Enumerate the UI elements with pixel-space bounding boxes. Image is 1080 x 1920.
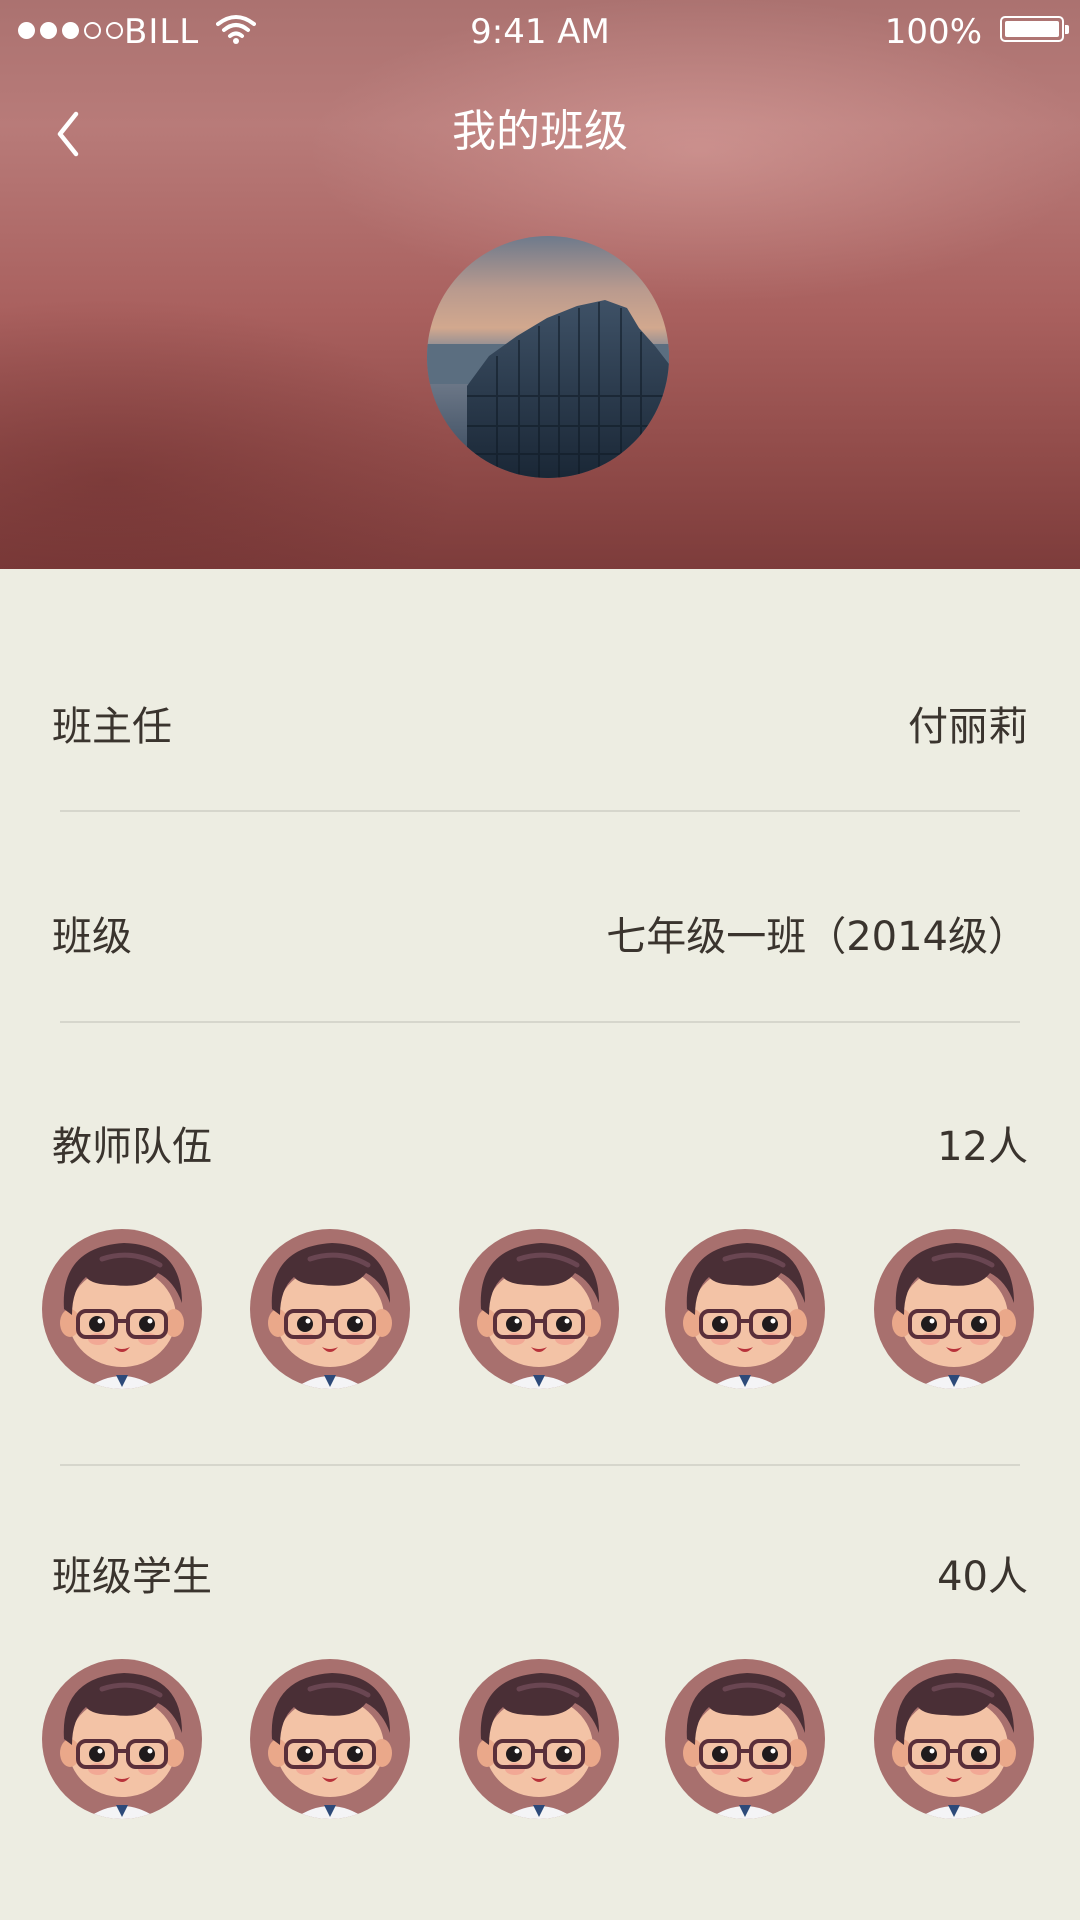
teachers-label: 教师队伍 bbox=[52, 1124, 212, 1170]
battery-percentage: 100% bbox=[884, 12, 982, 52]
cartoon-person-icon bbox=[665, 1229, 825, 1389]
student-avatar[interactable] bbox=[665, 1659, 825, 1819]
student-avatar-list bbox=[0, 1659, 1080, 1823]
cartoon-person-icon bbox=[459, 1229, 619, 1389]
teachers-row[interactable]: 教师队伍 12人 bbox=[0, 1108, 1080, 1170]
teacher-avatar[interactable] bbox=[874, 1229, 1034, 1389]
cartoon-person-icon bbox=[250, 1659, 410, 1819]
students-row[interactable]: 班级学生 40人 bbox=[0, 1538, 1080, 1600]
students-count: 40人 bbox=[937, 1554, 1028, 1600]
coastal-rock-columns-photo bbox=[427, 236, 669, 478]
class-header: BILL 9:41 AM 100% 我的班级 bbox=[0, 0, 1080, 569]
battery-icon bbox=[1000, 16, 1069, 42]
page-title: 我的班级 bbox=[452, 106, 628, 157]
cartoon-person-icon bbox=[42, 1229, 202, 1389]
head-teacher-label: 班主任 bbox=[52, 704, 172, 750]
cartoon-person-icon bbox=[874, 1659, 1034, 1819]
teacher-avatar[interactable] bbox=[665, 1229, 825, 1389]
student-avatar[interactable] bbox=[42, 1659, 202, 1819]
cartoon-person-icon bbox=[874, 1229, 1034, 1389]
class-name: 七年级一班（2014级） bbox=[606, 914, 1028, 960]
cartoon-person-icon bbox=[459, 1659, 619, 1819]
teacher-avatar[interactable] bbox=[459, 1229, 619, 1389]
head-teacher-row: 班主任 付丽莉 bbox=[0, 688, 1080, 750]
student-avatar[interactable] bbox=[874, 1659, 1034, 1819]
cartoon-person-icon bbox=[42, 1659, 202, 1819]
cartoon-person-icon bbox=[665, 1659, 825, 1819]
divider bbox=[60, 810, 1020, 812]
class-row: 班级 七年级一班（2014级） bbox=[0, 898, 1080, 960]
head-teacher-name: 付丽莉 bbox=[908, 704, 1028, 750]
status-bar: BILL 9:41 AM 100% bbox=[0, 0, 1080, 62]
teachers-count: 12人 bbox=[937, 1124, 1028, 1170]
class-label: 班级 bbox=[52, 914, 132, 960]
teacher-avatar[interactable] bbox=[42, 1229, 202, 1389]
divider bbox=[60, 1464, 1020, 1466]
teacher-avatar[interactable] bbox=[250, 1229, 410, 1389]
class-photo-avatar[interactable] bbox=[427, 236, 669, 478]
students-label: 班级学生 bbox=[52, 1554, 212, 1600]
cartoon-person-icon bbox=[250, 1229, 410, 1389]
teacher-avatar-list bbox=[0, 1229, 1080, 1393]
student-avatar[interactable] bbox=[250, 1659, 410, 1819]
student-avatar[interactable] bbox=[459, 1659, 619, 1819]
divider bbox=[60, 1021, 1020, 1023]
